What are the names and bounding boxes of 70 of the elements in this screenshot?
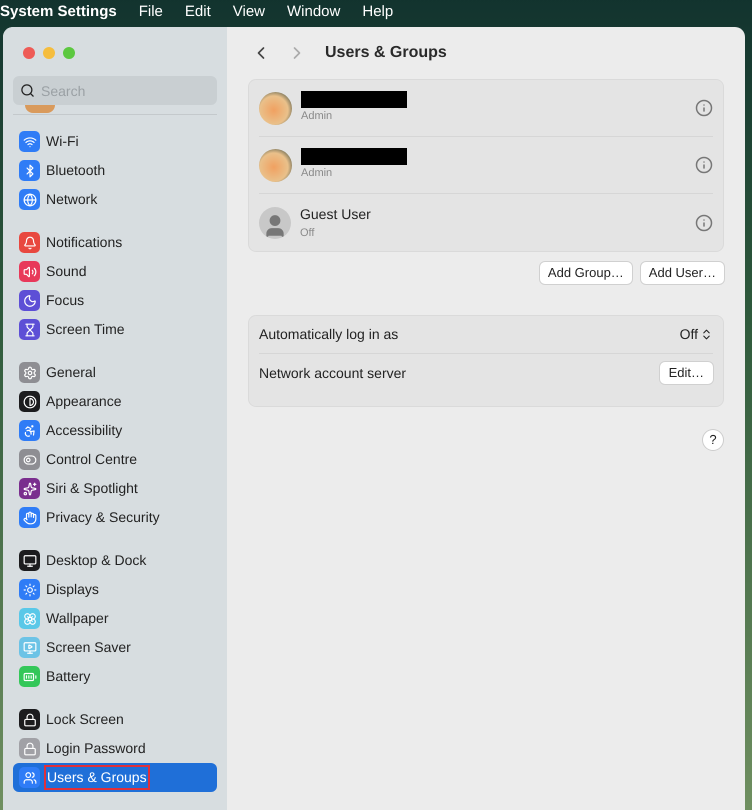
item-label: Accessibility bbox=[46, 421, 122, 440]
item-label: Privacy & Security bbox=[46, 508, 160, 527]
avatar-photo bbox=[259, 148, 292, 182]
user-role: Admin bbox=[301, 109, 334, 124]
item-label: Wallpaper bbox=[46, 609, 109, 628]
item-label: Battery bbox=[46, 667, 90, 686]
item-label: Screen Time bbox=[46, 320, 125, 339]
item-label: Network bbox=[46, 190, 98, 209]
item-label: Appearance bbox=[46, 392, 122, 411]
app-name[interactable]: System Settings bbox=[0, 1, 117, 24]
sidebar-item[interactable]: Wi-Fi bbox=[13, 127, 217, 156]
item-label: Notifications bbox=[46, 233, 122, 252]
user-name: Guest User bbox=[300, 204, 372, 224]
info-icon[interactable] bbox=[695, 156, 713, 174]
sidebar-item[interactable]: Desktop & Dock bbox=[13, 546, 217, 575]
item-label: Screen Saver bbox=[46, 638, 131, 657]
avatar-photo bbox=[25, 105, 55, 113]
setting-label: Network account server bbox=[259, 364, 408, 382]
menu-item[interactable]: View bbox=[232, 1, 265, 24]
info-icon[interactable] bbox=[695, 99, 713, 117]
user-role: Off bbox=[300, 226, 316, 241]
setting-label: Automatically log in as bbox=[259, 325, 400, 344]
item-label: Sound bbox=[46, 262, 86, 281]
item-label: Displays bbox=[46, 580, 99, 599]
item-label: Focus bbox=[46, 291, 84, 310]
sidebar-item[interactable]: Focus bbox=[13, 286, 217, 315]
menu-item[interactable]: Window bbox=[287, 1, 340, 24]
sidebar-item[interactable]: Screen Saver bbox=[13, 633, 217, 662]
item-label: Bluetooth bbox=[46, 161, 106, 180]
item-label: Desktop & Dock bbox=[46, 551, 146, 570]
sidebar-item[interactable]: Users & Groups bbox=[13, 763, 217, 792]
user-role: Admin bbox=[301, 166, 334, 182]
sidebar-item[interactable]: Network bbox=[13, 185, 217, 214]
popup-button[interactable]: Off bbox=[680, 324, 713, 345]
item-label: Control Centre bbox=[46, 450, 138, 469]
sidebar-item[interactable]: Screen Time bbox=[13, 315, 217, 344]
item-label: Login Password bbox=[46, 739, 146, 758]
sidebar-item[interactable]: Battery bbox=[13, 662, 217, 691]
sidebar-item[interactable]: Appearance bbox=[13, 387, 217, 416]
search-icon bbox=[20, 83, 35, 98]
edit-button[interactable]: Edit… bbox=[660, 362, 713, 384]
info-icon[interactable] bbox=[695, 214, 713, 232]
item-label: General bbox=[46, 363, 96, 382]
sidebar-item[interactable]: Control Centre bbox=[13, 445, 217, 474]
menu-item[interactable]: File bbox=[138, 1, 163, 24]
close-button[interactable] bbox=[23, 47, 35, 59]
sidebar-item[interactable]: Privacy & Security bbox=[13, 503, 217, 532]
person-silhouette-icon bbox=[259, 206, 291, 238]
page-title: Users & Groups bbox=[325, 43, 447, 63]
sidebar-item[interactable]: Displays bbox=[13, 575, 217, 604]
add-button[interactable]: Add User… bbox=[640, 262, 724, 284]
item-label: Lock Screen bbox=[46, 710, 124, 729]
sidebar-item[interactable]: Login Password bbox=[13, 734, 217, 763]
sidebar-item[interactable]: Sound bbox=[13, 257, 217, 286]
sidebar-item[interactable]: Accessibility bbox=[13, 416, 217, 445]
help-button[interactable]: ? bbox=[703, 430, 723, 450]
avatar-photo bbox=[259, 92, 292, 124]
item-label: Wi-Fi bbox=[46, 132, 79, 151]
add-button[interactable]: Add Group… bbox=[540, 262, 632, 284]
sidebar-item[interactable]: Notifications bbox=[13, 228, 217, 257]
user-row[interactable]: Guest User Off bbox=[259, 194, 713, 251]
item-label: Siri & Spotlight bbox=[46, 479, 138, 498]
sidebar-item[interactable]: Bluetooth bbox=[13, 156, 217, 185]
sidebar-item[interactable]: General bbox=[13, 358, 217, 387]
sidebar-item[interactable]: Lock Screen bbox=[13, 705, 217, 734]
sidebar-item[interactable]: Wallpaper bbox=[13, 604, 217, 633]
menu-item[interactable]: Help bbox=[362, 1, 394, 24]
sidebar-item[interactable]: Siri & Spotlight bbox=[13, 474, 217, 503]
item-label: Users & Groups bbox=[46, 767, 148, 788]
menu-item[interactable]: Edit bbox=[184, 1, 211, 24]
